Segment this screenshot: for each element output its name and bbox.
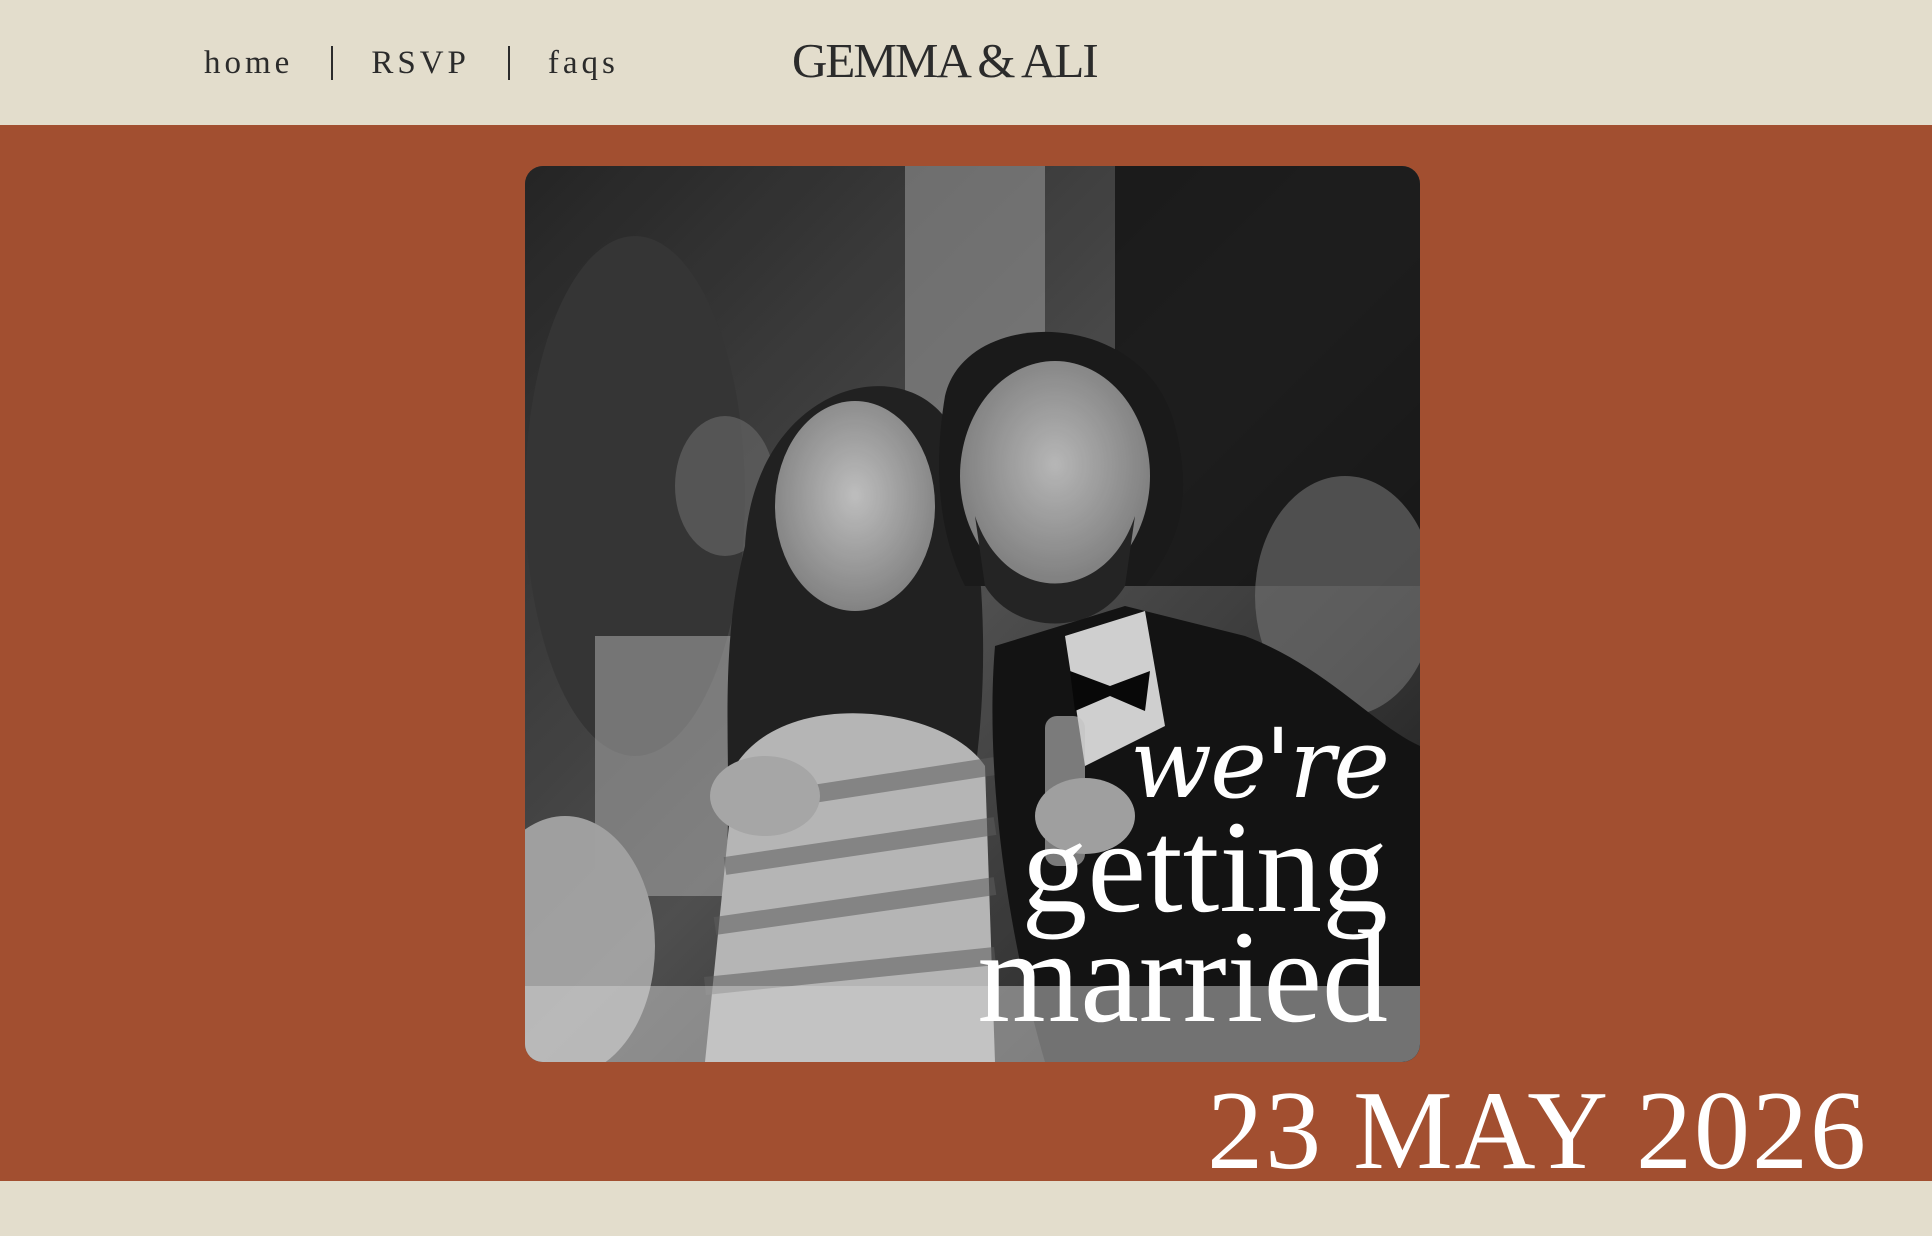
nav-divider xyxy=(331,46,334,80)
hero-section: we're getting married 23 MAY 2026 xyxy=(0,125,1932,1187)
top-navigation-bar: home RSVP faqs GEMMA & ALI xyxy=(0,0,1932,125)
nav-divider xyxy=(507,46,510,80)
hero-headline: we're getting married xyxy=(977,716,1390,1050)
nav-link-rsvp[interactable]: RSVP xyxy=(371,45,470,82)
wedding-date: 23 MAY 2026 xyxy=(1207,1069,1868,1193)
main-nav: home RSVP faqs xyxy=(204,38,619,88)
headline-line-married: married xyxy=(977,903,1388,1050)
nav-link-home[interactable]: home xyxy=(204,45,293,82)
couple-photo: we're getting married xyxy=(525,166,1420,1062)
site-logo[interactable]: GEMMA & ALI xyxy=(792,32,1099,96)
nav-link-faqs[interactable]: faqs xyxy=(548,45,619,82)
